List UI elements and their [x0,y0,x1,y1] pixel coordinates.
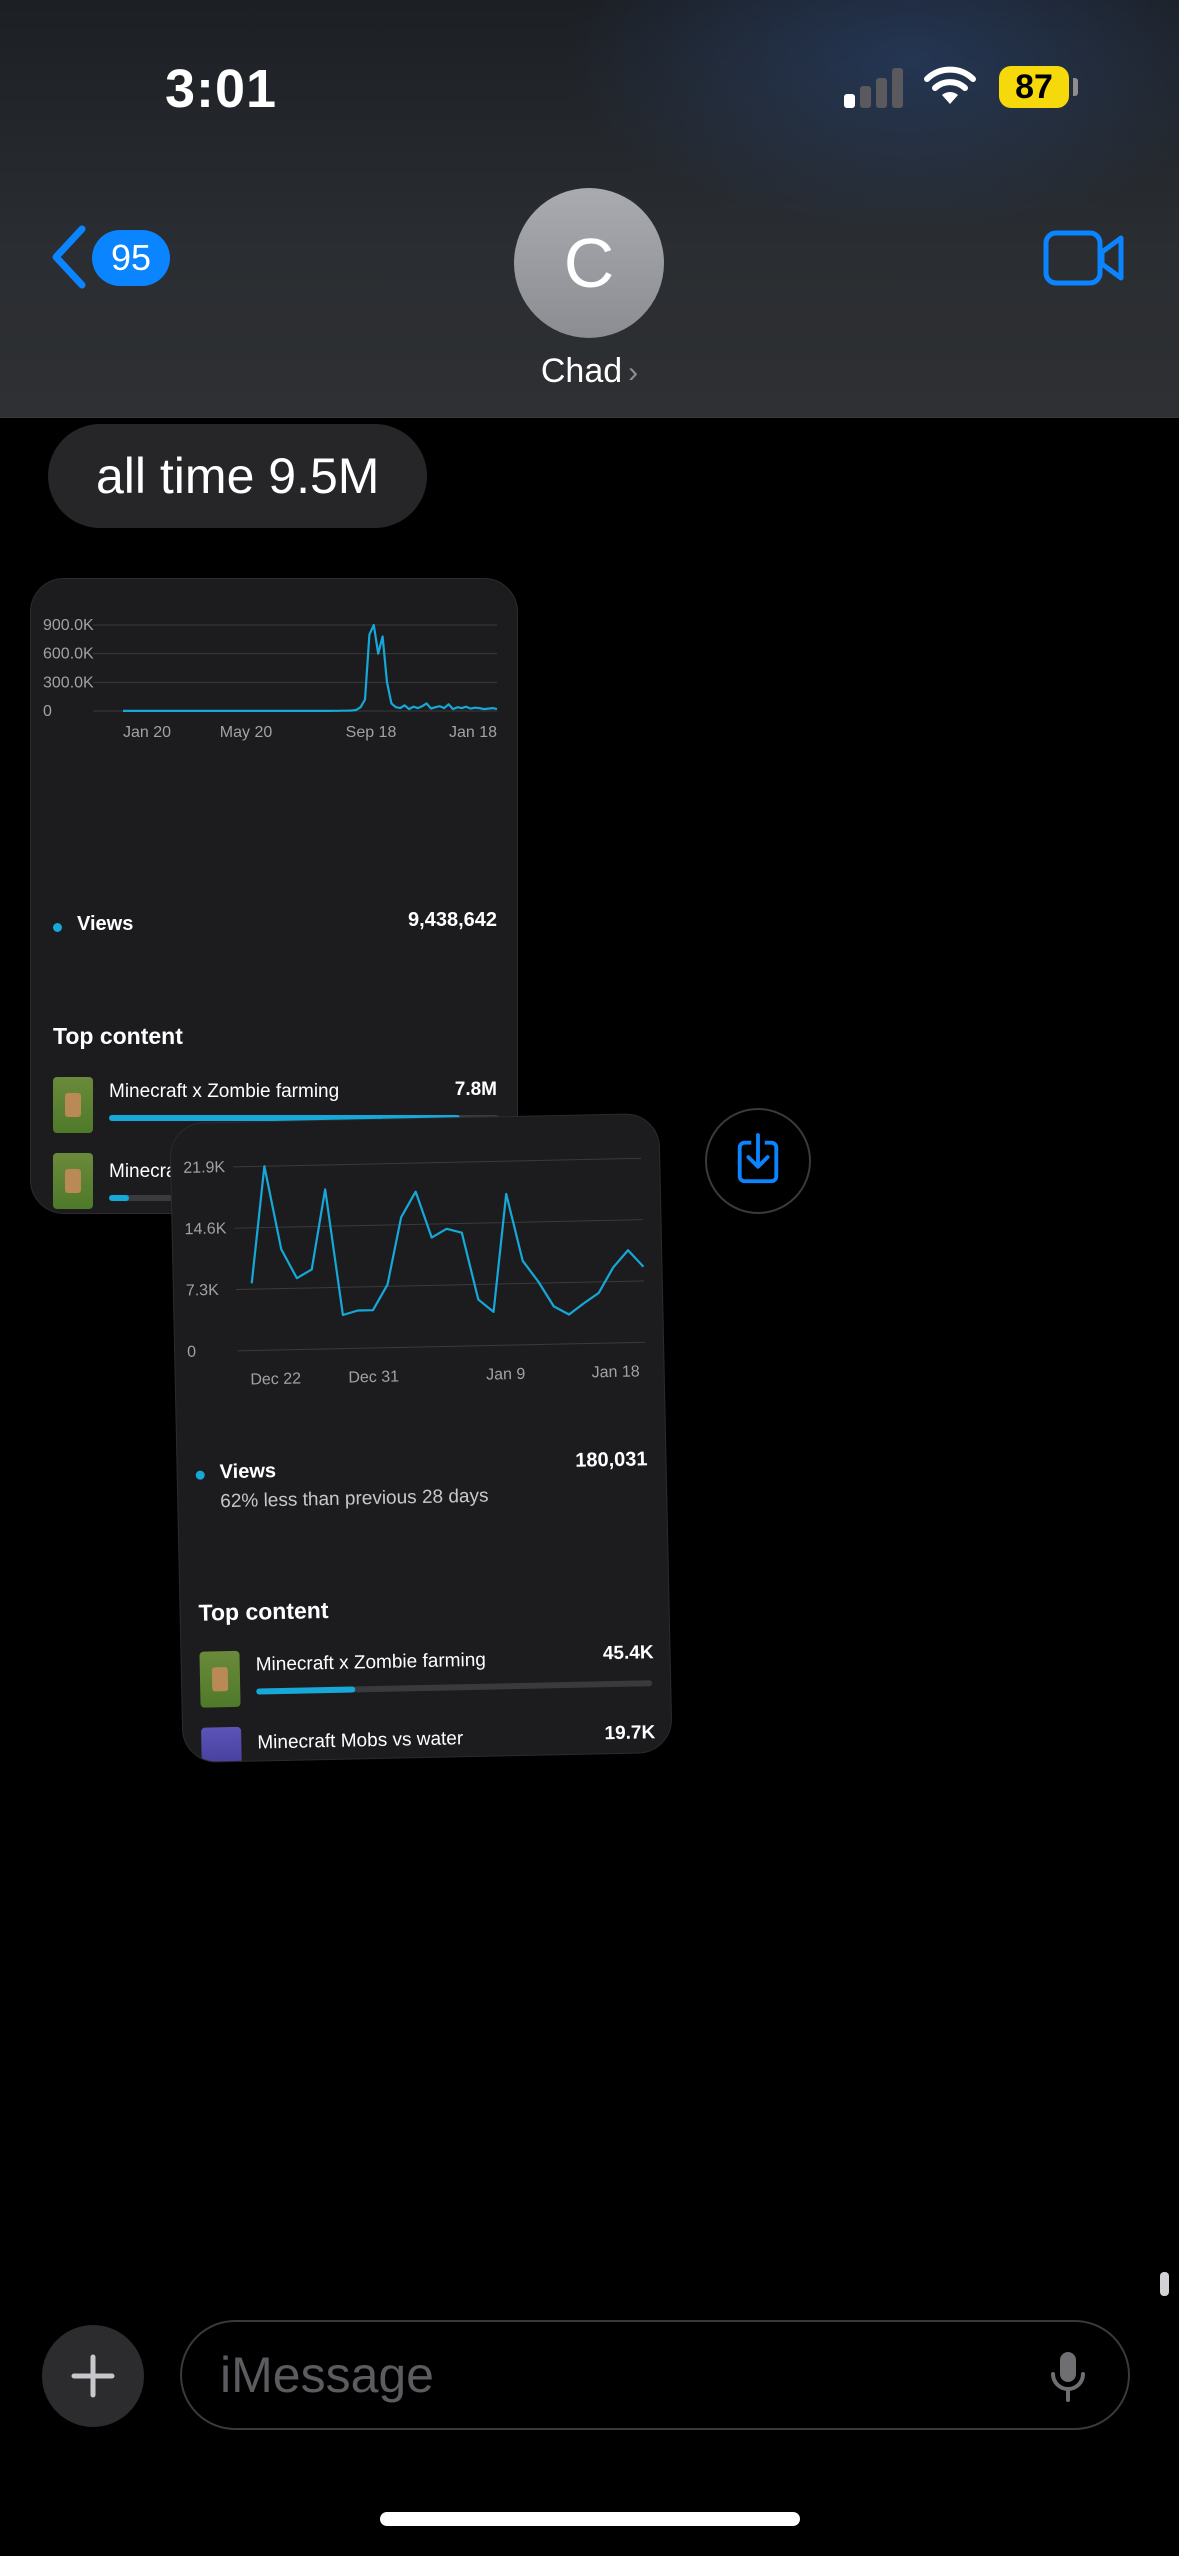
y-tick-label: 0 [43,703,52,720]
home-indicator[interactable] [380,2512,800,2526]
cellular-signal-icon [844,68,906,108]
y-tick-label: 300.0K [43,674,94,691]
gridline [233,1157,642,1168]
views-total: 180,031 [574,1448,648,1472]
message-bubble[interactable]: all time 9.5M [48,424,428,528]
content-item-name: Minecra [109,1161,177,1182]
contact-name: Chad [540,352,623,390]
views-legend-dot [53,923,62,932]
top-content-title: Top content [53,1023,183,1049]
top-content-title: Top content [198,1596,329,1626]
battery-tip [1073,78,1078,96]
battery-indicator: 87 [999,66,1069,108]
add-attachment-button[interactable] [42,2325,144,2427]
x-tick-label: Jan 9 [486,1366,526,1384]
facetime-video-icon[interactable] [1043,228,1125,288]
content-item-value: 7.8M [454,1079,497,1100]
plus-icon [71,2354,115,2398]
gridline [234,1219,643,1229]
views-label: Views [77,913,134,935]
microphone-icon[interactable] [1048,2350,1088,2404]
y-tick-label: 900.0K [43,617,94,634]
chevron-right-icon: › [628,356,639,389]
views-legend-dot [195,1470,205,1480]
content-progress-track [256,1680,653,1695]
x-tick-label: Sep 18 [346,724,397,741]
views-label: Views [219,1460,277,1484]
content-progress-fill [256,1686,356,1695]
content-item-value: 19.7K [604,1722,656,1745]
x-tick-label: Dec 31 [348,1368,399,1386]
y-tick-label: 14.6K [184,1220,226,1238]
video-thumbnail [53,1077,93,1133]
back-chevron-icon[interactable] [48,225,88,289]
views-comparison-text: 62% less than previous 28 days [220,1485,489,1513]
views-total: 9,438,642 [408,909,497,931]
gridline [237,1341,646,1352]
y-tick-label: 0 [187,1344,196,1361]
y-tick-label: 7.3K [186,1282,220,1300]
video-thumbnail [199,1650,241,1708]
save-to-photos-icon[interactable] [705,1108,811,1214]
content-item-value: 45.4K [602,1642,654,1665]
video-thumbnail [53,1153,93,1209]
x-tick-label: May 20 [220,724,273,741]
x-tick-label: Jan 18 [591,1363,639,1381]
x-tick-label: Jan 18 [449,724,497,741]
contact-avatar[interactable]: C [514,188,664,338]
x-tick-label: Dec 22 [250,1370,301,1388]
views-series-line [250,1165,645,1317]
status-time: 3:01 [165,59,278,119]
scroll-indicator[interactable] [1160,2272,1169,2296]
content-item-name: Minecraft Mobs vs water [257,1728,464,1754]
content-progress-fill [109,1195,129,1201]
views-series-line [123,623,498,712]
gridline [235,1280,644,1291]
y-tick-label: 21.9K [183,1159,225,1177]
imessage-input[interactable]: iMessage [180,2320,1130,2430]
content-item-name: Minecraft x Zombie farming [255,1649,487,1676]
conversation-header: 3:01 87 95 C Chad › [0,0,1179,418]
header-glow [560,0,1179,240]
x-tick-label: Jan 20 [123,724,171,741]
views-line-chart-alltime: 900.0K 600.0K 300.0K 0 Jan 20 May 20 Sep 18 Jan… [43,617,498,741]
unread-count-badge[interactable]: 95 [92,230,170,286]
content-item-name: Minecraft x Zombie farming [109,1081,340,1102]
video-thumbnail [201,1726,243,1764]
wifi-icon [924,66,976,104]
y-tick-label: 600.0K [43,646,94,663]
views-line-chart-28days: 21.9K 14.6K 7.3K 0 Dec 22 Dec 31 Jan 9 Jan 18 [183,1157,646,1389]
analytics-screenshot-2[interactable]: 21.9K 14.6K 7.3K 0 Dec 22 Dec 31 Jan 9 Jan 18 V… [169,1112,673,1764]
input-placeholder: iMessage [220,2347,434,2403]
contact-name-button[interactable]: Chad › [0,352,1179,391]
